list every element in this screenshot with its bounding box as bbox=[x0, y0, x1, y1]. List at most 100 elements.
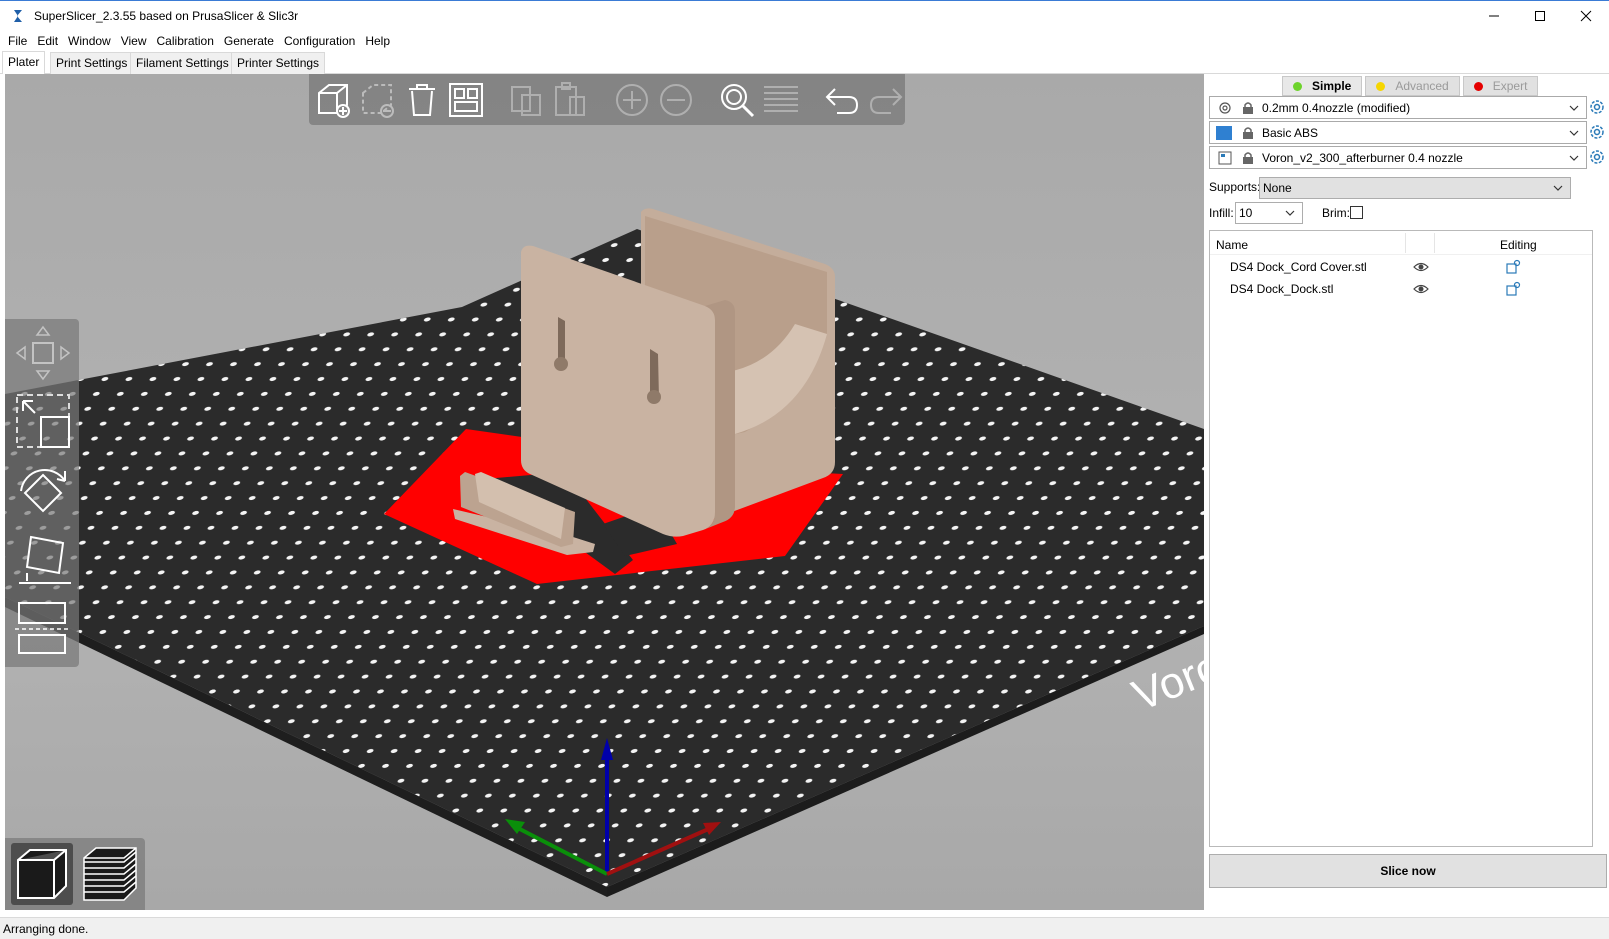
eye-icon[interactable] bbox=[1413, 260, 1429, 274]
brim-label: Brim: bbox=[1322, 206, 1350, 220]
list-item[interactable]: DS4 Dock_Dock.stl bbox=[1210, 279, 1592, 300]
menu-window[interactable]: Window bbox=[63, 34, 116, 48]
undo-button[interactable] bbox=[823, 79, 861, 121]
brim-checkbox[interactable] bbox=[1350, 206, 1363, 219]
redo-button[interactable] bbox=[867, 79, 905, 121]
eye-icon[interactable] bbox=[1413, 282, 1429, 296]
object-list-header: Name Editing bbox=[1210, 231, 1592, 255]
delete-all-button[interactable] bbox=[403, 79, 441, 121]
lock-icon bbox=[1243, 126, 1253, 139]
infill-value: 10 bbox=[1239, 206, 1253, 220]
superslicer-logo-icon bbox=[14, 10, 22, 22]
tab-filament-settings[interactable]: Filament Settings bbox=[130, 52, 235, 74]
printer-preset-select[interactable]: Voron_v2_300_afterburner 0.4 nozzle bbox=[1209, 146, 1587, 169]
mode-advanced-button[interactable]: Advanced bbox=[1365, 76, 1460, 96]
move-icon bbox=[15, 325, 71, 381]
close-button[interactable] bbox=[1563, 1, 1609, 31]
print-preset-settings-icon[interactable] bbox=[1589, 99, 1605, 115]
tab-plater[interactable]: Plater bbox=[2, 51, 46, 74]
supports-select[interactable]: None bbox=[1259, 177, 1571, 199]
layers-preview-icon bbox=[83, 847, 137, 901]
menu-edit[interactable]: Edit bbox=[32, 34, 63, 48]
maximize-button[interactable] bbox=[1517, 1, 1563, 31]
edit-settings-icon[interactable] bbox=[1505, 259, 1521, 275]
chevron-down-icon bbox=[1569, 105, 1579, 111]
rotate-gizmo-button[interactable] bbox=[11, 459, 75, 523]
delete-button[interactable] bbox=[359, 79, 397, 121]
column-editing-header[interactable]: Editing bbox=[1500, 238, 1537, 252]
move-gizmo-button[interactable] bbox=[11, 321, 75, 385]
3d-scene[interactable] bbox=[5, 74, 1204, 910]
rotate-icon bbox=[20, 468, 66, 513]
add-button[interactable] bbox=[315, 79, 353, 121]
menu-help[interactable]: Help bbox=[360, 34, 395, 48]
remove-instance-icon bbox=[660, 83, 692, 116]
status-text: Arranging done. bbox=[3, 922, 89, 936]
menu-generate[interactable]: Generate bbox=[219, 34, 279, 48]
delete-icon bbox=[362, 83, 394, 118]
menu-calibration[interactable]: Calibration bbox=[152, 34, 219, 48]
menu-file[interactable]: File bbox=[3, 34, 32, 48]
search-button[interactable] bbox=[718, 79, 756, 121]
edit-settings-icon[interactable] bbox=[1505, 281, 1521, 297]
minimize-button[interactable] bbox=[1471, 1, 1517, 31]
menu-configuration[interactable]: Configuration bbox=[279, 34, 360, 48]
filament-preset-select[interactable]: Basic ABS bbox=[1209, 121, 1587, 144]
arrange-button[interactable] bbox=[447, 79, 485, 121]
lock-icon bbox=[1243, 151, 1253, 164]
tab-printer-settings[interactable]: Printer Settings bbox=[231, 52, 326, 74]
menu-view[interactable]: View bbox=[116, 34, 152, 48]
advanced-mode-icon bbox=[1376, 81, 1386, 91]
tab-print-settings[interactable]: Print Settings bbox=[50, 52, 134, 74]
slice-now-button[interactable]: Slice now bbox=[1209, 854, 1607, 888]
printer-preset-settings-icon[interactable] bbox=[1589, 149, 1605, 165]
supports-value: None bbox=[1263, 181, 1292, 195]
status-bar: Arranging done. bbox=[0, 917, 1609, 939]
arrange-icon bbox=[449, 82, 483, 117]
tab-bar: Plater Print Settings Filament Settings … bbox=[0, 51, 1609, 74]
object-name: DS4 Dock_Cord Cover.stl bbox=[1230, 260, 1367, 274]
printer-preset-value: Voron_v2_300_afterburner 0.4 nozzle bbox=[1262, 150, 1463, 165]
copy-icon bbox=[511, 85, 541, 116]
undo-icon bbox=[825, 87, 859, 114]
infill-label: Infill: bbox=[1209, 206, 1234, 220]
gizmo-toolbar bbox=[5, 319, 79, 667]
filament-color-swatch[interactable] bbox=[1216, 125, 1232, 140]
3d-view-button[interactable] bbox=[11, 843, 73, 905]
search-icon bbox=[721, 83, 755, 117]
3d-viewport[interactable]: Voron bbox=[5, 74, 1204, 910]
object-list[interactable]: Name Editing DS4 Dock_Cord Cover.stl DS4… bbox=[1209, 230, 1593, 847]
copy-button[interactable] bbox=[508, 79, 546, 121]
cut-gizmo-button[interactable] bbox=[11, 595, 75, 659]
mode-expert-button[interactable]: Expert bbox=[1462, 76, 1539, 96]
column-name-header[interactable]: Name bbox=[1216, 238, 1248, 252]
paste-icon bbox=[555, 81, 585, 116]
window-title: SuperSlicer_2.3.55 based on PrusaSlicer … bbox=[34, 9, 299, 23]
layers-editing-button[interactable] bbox=[762, 79, 800, 121]
model-dock[interactable] bbox=[521, 208, 835, 537]
list-item[interactable]: DS4 Dock_Cord Cover.stl bbox=[1210, 257, 1592, 278]
add-instance-icon bbox=[616, 83, 648, 116]
simple-mode-icon bbox=[1293, 81, 1302, 91]
place-on-face-gizmo-button[interactable] bbox=[11, 527, 75, 591]
printer-icon bbox=[1218, 151, 1232, 164]
sidebar: Simple Advanced Expert 0.2mm 0.4nozzle (… bbox=[1204, 74, 1609, 910]
mode-simple-label: Simple bbox=[1312, 79, 1352, 93]
print-preset-select[interactable]: 0.2mm 0.4nozzle (modified) bbox=[1209, 96, 1587, 119]
add-icon bbox=[318, 83, 350, 118]
view-toggle bbox=[5, 838, 145, 910]
delete-all-icon bbox=[409, 83, 435, 116]
chevron-down-icon bbox=[1569, 155, 1579, 161]
preview-button[interactable] bbox=[79, 843, 141, 905]
infill-select[interactable]: 10 bbox=[1235, 202, 1303, 224]
add-instance-button[interactable] bbox=[613, 79, 651, 121]
remove-instance-button[interactable] bbox=[657, 79, 695, 121]
paste-button[interactable] bbox=[552, 79, 590, 121]
chevron-down-icon bbox=[1285, 210, 1295, 216]
minimize-icon bbox=[1489, 15, 1499, 17]
maximize-icon bbox=[1535, 11, 1545, 21]
filament-preset-settings-icon[interactable] bbox=[1589, 124, 1605, 140]
mode-simple-button[interactable]: Simple bbox=[1282, 76, 1363, 96]
scale-gizmo-button[interactable] bbox=[11, 389, 75, 453]
lock-icon bbox=[1243, 101, 1253, 114]
